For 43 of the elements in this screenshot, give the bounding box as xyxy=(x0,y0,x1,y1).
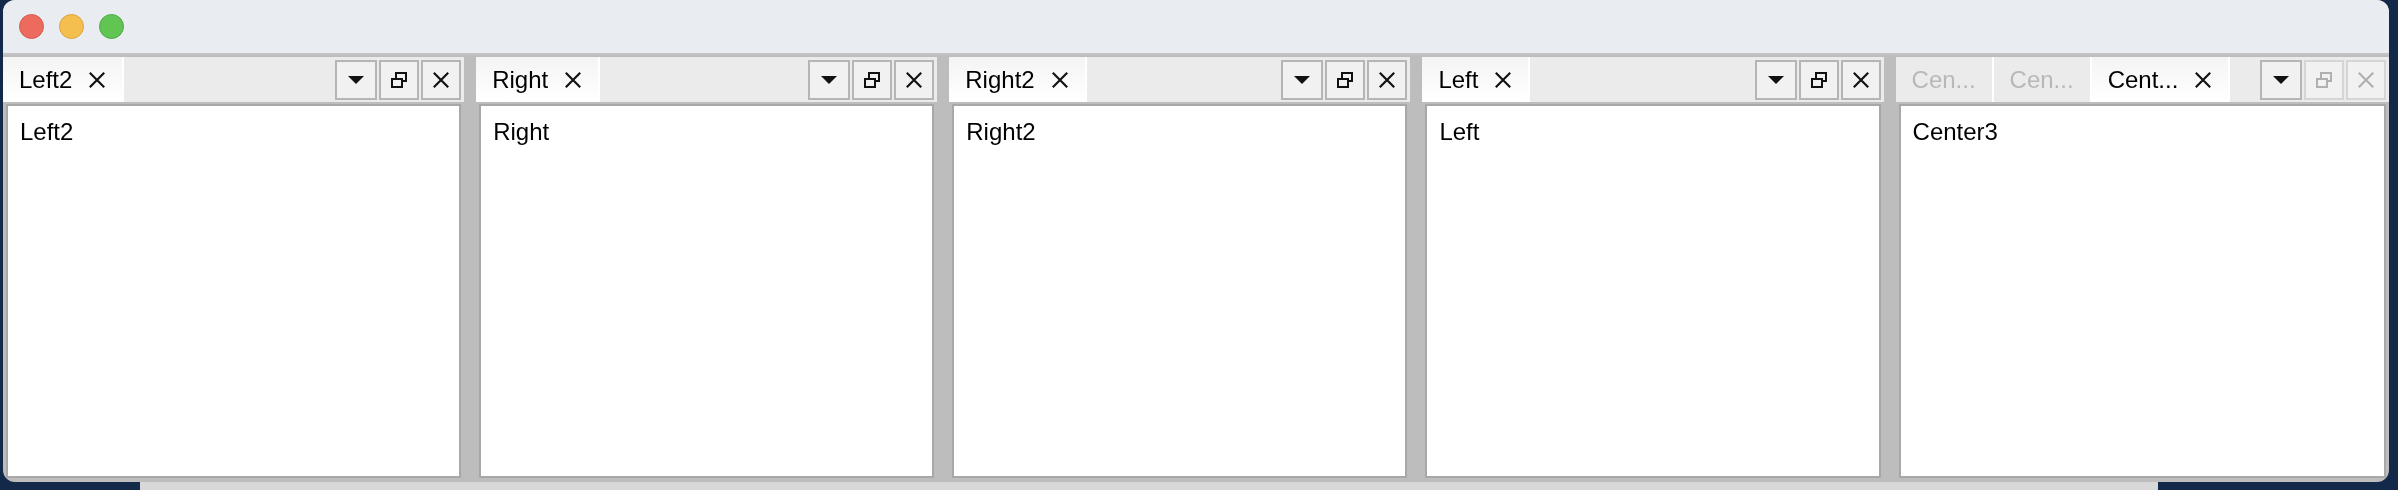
windows-icon xyxy=(2315,70,2333,89)
windows-icon xyxy=(1809,70,1828,89)
caret-icon xyxy=(348,74,365,85)
tab[interactable]: Left xyxy=(1422,57,1531,102)
content-label: Right xyxy=(493,118,550,145)
dropdown-button[interactable] xyxy=(1754,59,1797,100)
content-label: Right2 xyxy=(966,118,1036,145)
close-icon xyxy=(2194,70,2213,89)
dropdown-button[interactable] xyxy=(808,59,851,100)
float-button[interactable] xyxy=(379,59,420,100)
windows-icon xyxy=(1336,70,1355,89)
tab[interactable]: Right xyxy=(476,57,601,102)
dropdown-button[interactable] xyxy=(1281,59,1324,100)
windows-icon xyxy=(390,70,409,89)
tab[interactable]: Cent... xyxy=(2091,57,2231,102)
close-button[interactable] xyxy=(894,59,935,100)
close-icon xyxy=(1050,70,1069,89)
float-button[interactable] xyxy=(1798,59,1839,100)
content-label: Left2 xyxy=(20,118,74,145)
close-button[interactable] xyxy=(1367,59,1408,100)
close-icon xyxy=(1851,70,1870,89)
close-icon xyxy=(2357,70,2375,89)
tab[interactable]: Right2 xyxy=(949,57,1087,102)
close-icon xyxy=(1378,70,1397,89)
close-icon xyxy=(905,70,924,89)
close-icon xyxy=(432,70,451,89)
close-button[interactable] xyxy=(1840,59,1881,100)
tab[interactable]: Left2 xyxy=(3,57,125,102)
close-icon xyxy=(1494,70,1513,89)
content-label: Center3 xyxy=(1912,118,1998,145)
close-button[interactable] xyxy=(421,59,462,100)
content-label: Left xyxy=(1439,118,1480,145)
caret-icon xyxy=(821,74,838,85)
caret-icon xyxy=(1294,74,1311,85)
caret-icon xyxy=(1767,74,1784,85)
dropdown-button[interactable] xyxy=(335,59,378,100)
float-button[interactable] xyxy=(1325,59,1366,100)
caret-icon xyxy=(2273,74,2289,85)
float-button[interactable] xyxy=(852,59,893,100)
windows-icon xyxy=(863,70,882,89)
close-icon xyxy=(88,70,107,89)
close-icon xyxy=(564,70,583,89)
close-window-button[interactable] xyxy=(19,14,44,39)
